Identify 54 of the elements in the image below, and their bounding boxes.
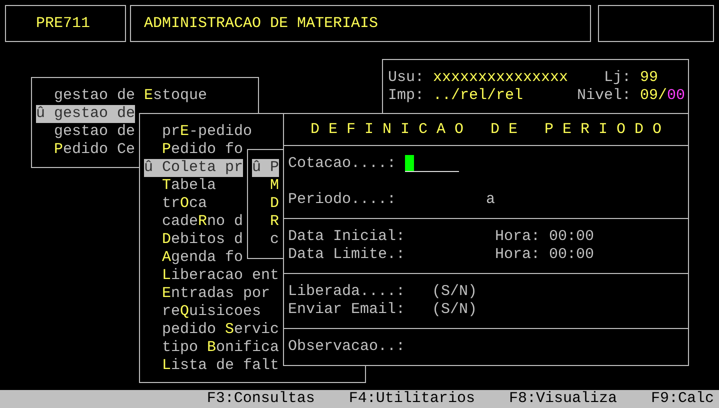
- menu-item[interactable]: trOca: [162, 195, 208, 213]
- menu-item[interactable]: gestao de Estoque: [54, 87, 208, 105]
- level-main: 09/: [640, 87, 668, 105]
- store-label: Lj:: [604, 69, 632, 87]
- menu-item[interactable]: prE-pedido: [162, 123, 252, 141]
- menu-item[interactable]: Agenda fo: [162, 249, 244, 267]
- function-key-hint[interactable]: F3:Consultas: [206, 390, 315, 408]
- menu-item[interactable]: D: [270, 195, 280, 213]
- field-label: Liberada....:: [288, 283, 406, 301]
- function-key-hint[interactable]: F8:Visualiza: [508, 390, 617, 408]
- program-code: PRE711: [36, 14, 90, 32]
- field-label: Cotacao....:: [288, 155, 398, 173]
- store-number: 99: [640, 69, 658, 87]
- menu-item[interactable]: gestao de: [54, 123, 136, 141]
- menu-item[interactable]: c: [270, 231, 280, 249]
- menu-item[interactable]: cadeRno d: [162, 213, 244, 231]
- dialog-title: D E F I N I C A O D E P E R I O D O: [310, 120, 662, 138]
- user-label: Usu:: [388, 69, 426, 87]
- menu-item[interactable]: Pedido Ce: [54, 141, 136, 159]
- level-sub: 00: [667, 87, 686, 105]
- field-label: Periodo....:: [288, 191, 398, 209]
- menu-item[interactable]: Pedido fo: [162, 141, 244, 159]
- function-key-hint[interactable]: F4:Utilitarios: [348, 390, 475, 408]
- menu-item[interactable]: Debitos d: [162, 231, 244, 249]
- option-hint: (S/N): [432, 301, 478, 319]
- menu-item[interactable]: tipo Bonifica: [162, 339, 280, 357]
- menu-item[interactable]: û Coleta pr: [144, 159, 244, 177]
- menu-item[interactable]: Entradas por: [162, 285, 270, 303]
- function-key-hint[interactable]: F9:Calc: [650, 390, 714, 408]
- printer-path: ../rel/rel: [433, 87, 524, 105]
- range-separator: a: [486, 191, 496, 209]
- time-value: 00:00: [549, 246, 594, 264]
- field-label: Data Limite.:: [288, 246, 406, 264]
- field-label: Enviar Email:: [288, 301, 406, 319]
- menu-item[interactable]: Lista de falt: [162, 357, 280, 375]
- level-label: Nivel:: [577, 87, 632, 105]
- menu-item[interactable]: reQuisicoes: [162, 303, 262, 321]
- time-label: Hora:: [495, 228, 542, 246]
- menu-item[interactable]: û gestao de: [36, 105, 136, 123]
- time-value: 00:00: [549, 228, 594, 246]
- menu-item[interactable]: Liberacao ent: [162, 267, 280, 285]
- menu-item[interactable]: Tabela: [162, 177, 216, 195]
- field-label: Observacao..:: [288, 338, 406, 356]
- user-name: xxxxxxxxxxxxxxx: [433, 69, 570, 87]
- menu-item[interactable]: û P: [252, 159, 280, 177]
- input-field[interactable]: [405, 156, 460, 172]
- menu-item[interactable]: pedido Servic: [162, 321, 280, 339]
- time-label: Hora:: [495, 246, 542, 264]
- menu-item[interactable]: R: [270, 213, 280, 231]
- printer-label: Imp:: [388, 87, 426, 105]
- menu-item[interactable]: M: [270, 177, 280, 195]
- option-hint: (S/N): [432, 283, 478, 301]
- field-label: Data Inicial:: [288, 228, 406, 246]
- screen-title: ADMINISTRACAO DE MATERIAIS: [144, 14, 378, 32]
